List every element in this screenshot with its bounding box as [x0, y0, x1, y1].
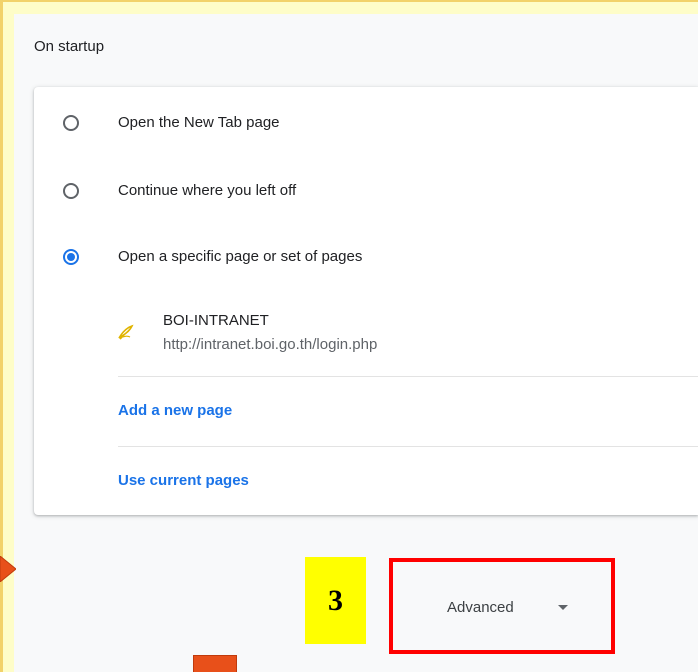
page-url: http://intranet.boi.go.th/login.php	[163, 336, 378, 353]
radio-button-checked-icon[interactable]	[63, 249, 79, 265]
add-new-page-link[interactable]: Add a new page	[118, 402, 232, 419]
divider	[118, 376, 698, 377]
yellow-feather-favicon-icon	[118, 324, 134, 340]
radio-label: Open the New Tab page	[118, 114, 280, 131]
radio-option-new-tab[interactable]: Open the New Tab page	[34, 103, 698, 143]
radio-button-unchecked-icon[interactable]	[63, 115, 79, 131]
advanced-label: Advanced	[447, 599, 514, 616]
radio-option-continue[interactable]: Continue where you left off	[34, 171, 698, 211]
step-number-marker: 3	[305, 557, 366, 644]
page-name: BOI-INTRANET	[163, 312, 269, 329]
arrow-shaft-icon	[193, 655, 237, 672]
caret-down-icon	[558, 605, 568, 610]
tutorial-frame-top	[0, 0, 698, 2]
advanced-button[interactable]: Advanced	[428, 592, 588, 624]
radio-label: Open a specific page or set of pages	[118, 248, 363, 265]
arrow-pointer-icon	[0, 556, 16, 582]
section-title: On startup	[34, 38, 105, 55]
radio-label: Continue where you left off	[118, 182, 297, 199]
use-current-pages-link[interactable]: Use current pages	[118, 472, 249, 489]
startup-options-card: Open the New Tab page Continue where you…	[34, 87, 698, 515]
startup-page-entry[interactable]: BOI-INTRANET http://intranet.boi.go.th/l…	[118, 310, 698, 366]
divider	[118, 446, 698, 447]
radio-button-unchecked-icon[interactable]	[63, 183, 79, 199]
radio-option-specific-pages[interactable]: Open a specific page or set of pages	[34, 237, 698, 277]
